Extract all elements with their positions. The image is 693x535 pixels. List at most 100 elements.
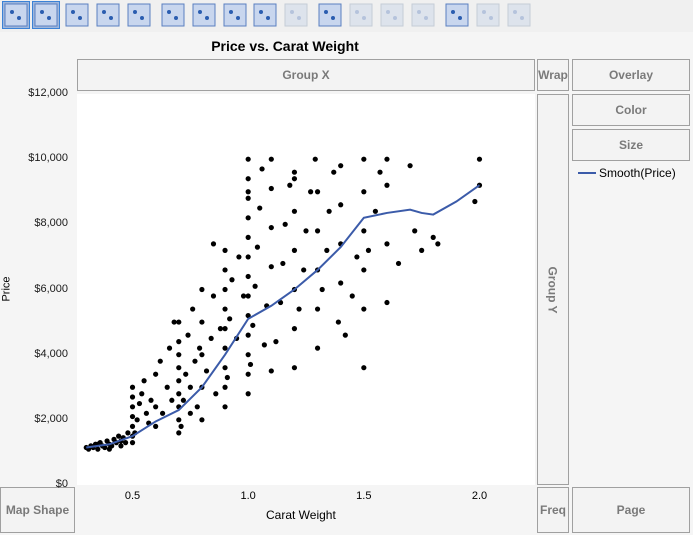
map-shapes-button[interactable] (505, 1, 533, 29)
box-plot-button[interactable] (251, 1, 279, 29)
data-point[interactable] (245, 371, 251, 377)
data-point[interactable] (314, 189, 321, 195)
data-point[interactable] (384, 156, 390, 162)
data-point[interactable] (153, 423, 159, 429)
data-point[interactable] (157, 358, 163, 364)
data-point[interactable] (136, 400, 143, 407)
line-of-fit-button[interactable] (63, 1, 91, 29)
data-point[interactable] (95, 446, 101, 452)
data-point[interactable] (245, 215, 251, 221)
data-point[interactable] (319, 286, 325, 293)
data-point[interactable] (199, 417, 205, 423)
data-point[interactable] (268, 224, 274, 231)
data-point[interactable] (472, 198, 478, 205)
data-point[interactable] (187, 384, 193, 390)
data-point[interactable] (169, 397, 175, 403)
data-point[interactable] (407, 163, 413, 169)
data-point[interactable] (291, 169, 298, 175)
data-point[interactable] (291, 176, 298, 182)
data-point[interactable] (268, 185, 274, 192)
data-point[interactable] (245, 332, 251, 338)
data-point[interactable] (245, 189, 251, 195)
data-point[interactable] (254, 244, 261, 250)
data-point[interactable] (296, 306, 302, 312)
data-point[interactable] (129, 423, 136, 429)
size-zone[interactable]: Size (572, 129, 690, 161)
data-point[interactable] (116, 433, 122, 439)
data-point[interactable] (213, 391, 219, 397)
data-point[interactable] (384, 182, 390, 188)
data-point[interactable] (143, 410, 149, 416)
data-point[interactable] (314, 306, 321, 312)
data-point[interactable] (372, 208, 378, 214)
data-point[interactable] (178, 423, 184, 429)
data-point[interactable] (419, 247, 425, 253)
data-point[interactable] (361, 228, 367, 234)
data-point[interactable] (250, 322, 256, 328)
data-point[interactable] (291, 326, 298, 332)
data-point[interactable] (210, 241, 217, 247)
data-point[interactable] (252, 283, 258, 289)
data-point[interactable] (164, 384, 170, 390)
data-point[interactable] (282, 221, 288, 227)
data-point[interactable] (227, 316, 233, 322)
bar-button[interactable] (190, 1, 218, 29)
map-shape-zone[interactable]: Map Shape (0, 487, 75, 533)
data-point[interactable] (222, 345, 228, 351)
data-point[interactable] (354, 254, 360, 260)
data-point[interactable] (171, 319, 177, 325)
color-zone[interactable]: Color (572, 94, 690, 126)
contour-button[interactable] (125, 1, 153, 29)
data-point[interactable] (365, 247, 372, 253)
data-point[interactable] (430, 234, 436, 240)
data-point[interactable] (291, 247, 298, 253)
data-point[interactable] (141, 378, 147, 384)
data-point[interactable] (476, 156, 483, 162)
overlay-zone[interactable]: Overlay (572, 59, 690, 91)
data-point[interactable] (342, 332, 348, 338)
data-point[interactable] (196, 345, 203, 351)
data-point[interactable] (166, 345, 173, 351)
data-point[interactable] (245, 293, 251, 299)
data-point[interactable] (245, 176, 251, 182)
data-point[interactable] (361, 189, 367, 195)
data-point[interactable] (245, 391, 251, 397)
data-point[interactable] (229, 277, 235, 283)
data-point[interactable] (176, 319, 182, 325)
data-point[interactable] (148, 397, 154, 403)
histogram-button[interactable] (282, 1, 310, 29)
data-point[interactable] (245, 254, 251, 260)
data-point[interactable] (129, 384, 136, 390)
data-point[interactable] (222, 286, 228, 293)
data-point[interactable] (412, 228, 418, 234)
data-point[interactable] (268, 264, 274, 270)
page-zone[interactable]: Page (572, 487, 690, 533)
data-point[interactable] (301, 267, 307, 273)
data-point[interactable] (199, 352, 205, 358)
data-point[interactable] (273, 339, 279, 345)
data-point[interactable] (134, 417, 140, 423)
caption-box-button[interactable] (443, 1, 471, 29)
data-point[interactable] (361, 365, 367, 371)
data-point[interactable] (222, 247, 228, 253)
data-point[interactable] (180, 397, 187, 403)
data-point[interactable] (361, 267, 367, 273)
x-axis-label[interactable]: Carat Weight (266, 508, 336, 522)
data-point[interactable] (176, 365, 182, 371)
data-point[interactable] (349, 293, 355, 299)
data-point[interactable] (384, 241, 390, 247)
data-point[interactable] (324, 247, 330, 253)
data-point[interactable] (240, 293, 247, 299)
data-point[interactable] (222, 384, 228, 390)
data-point[interactable] (118, 443, 124, 449)
data-point[interactable] (377, 169, 383, 175)
data-point[interactable] (208, 335, 214, 341)
data-point[interactable] (129, 413, 136, 420)
data-point[interactable] (185, 332, 191, 338)
data-point[interactable] (183, 371, 189, 377)
data-point[interactable] (338, 202, 344, 208)
treemap-button[interactable] (378, 1, 406, 29)
data-point[interactable] (259, 166, 265, 172)
wrap-zone[interactable]: Wrap (537, 59, 569, 91)
data-point[interactable] (203, 368, 210, 374)
